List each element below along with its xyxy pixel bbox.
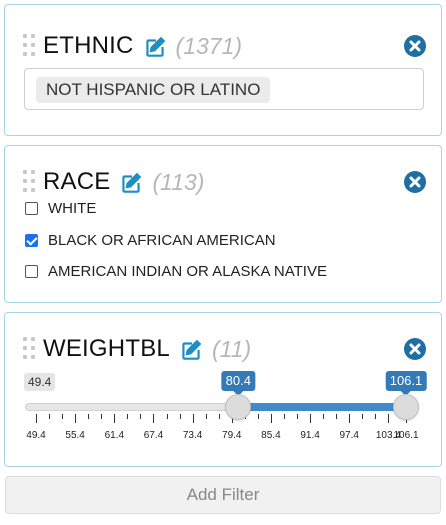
slider-minor-tick	[257, 414, 259, 419]
slider-handle-to[interactable]	[393, 394, 419, 420]
slider-minor-tick	[218, 414, 220, 419]
filter-header: ETHNIC (1371)	[23, 29, 242, 63]
slider-tick-label: 55.4	[65, 430, 85, 441]
ethnic-select-input[interactable]: NOT HISPANIC OR LATINO	[24, 68, 424, 110]
filter-header: RACE (113)	[23, 165, 204, 199]
slider-tick-label: 49.4	[26, 430, 46, 441]
filter-panel-ethnic: ETHNIC (1371) NOT HISPANIC OR LATINO	[4, 4, 442, 136]
slider-major-tick	[270, 414, 272, 423]
slider-minor-tick	[297, 414, 299, 419]
slider-minor-tick	[88, 414, 90, 419]
slider-minor-tick	[49, 414, 51, 419]
add-filter-button[interactable]: Add Filter	[5, 476, 441, 514]
checkbox-option[interactable]: AMERICAN INDIAN OR ALASKA NATIVE	[25, 261, 327, 281]
checkbox-label: BLACK OR AFRICAN AMERICAN	[48, 231, 276, 249]
slider-major-tick	[310, 414, 312, 423]
slider-tick-label: 67.4	[143, 430, 164, 441]
filter-title: RACE	[43, 168, 111, 195]
slider-handle-from[interactable]	[225, 394, 252, 420]
slider-from-label: 80.4	[221, 371, 255, 396]
filter-title: ETHNIC	[43, 32, 134, 59]
slider-tick-label: 91.4	[300, 430, 320, 441]
slider-minor-tick	[127, 414, 129, 419]
slider-minor-tick	[323, 414, 325, 419]
slider-to-label: 106.1	[385, 371, 427, 396]
slider-minor-tick	[283, 414, 285, 419]
checkbox-white[interactable]	[25, 201, 38, 215]
slider-major-tick	[192, 414, 194, 423]
filter-panel-weightbl: WEIGHTBL (11) 49.4 80.4 106.1 49.4 55.4 61…	[4, 312, 442, 467]
slider-tick-label: 106.1	[393, 430, 419, 441]
drag-handle-icon[interactable]	[23, 34, 35, 58]
edit-icon[interactable]	[118, 170, 144, 196]
filter-panel-race: RACE (113) WHITE BLACK OR AFRICAN AMERIC…	[4, 145, 442, 303]
checkbox-option[interactable]: BLACK OR AFRICAN AMERICAN	[25, 230, 276, 250]
selected-value-chip[interactable]: NOT HISPANIC OR LATINO	[36, 77, 271, 103]
checkbox-option[interactable]: WHITE	[25, 198, 96, 218]
slider-major-tick	[153, 414, 155, 423]
slider-minor-tick	[140, 414, 142, 419]
edit-icon[interactable]	[142, 34, 168, 60]
drag-handle-icon[interactable]	[23, 170, 35, 194]
slider-minor-tick	[62, 414, 64, 419]
checkbox-american-indian-or-alaska-native[interactable]	[25, 264, 38, 278]
slider-minor-tick	[375, 414, 377, 419]
slider-tick-label: 73.4	[182, 430, 203, 441]
filter-count: (1371)	[175, 32, 243, 59]
slider-major-tick	[114, 414, 116, 423]
checkbox-label: AMERICAN INDIAN OR ALASKA NATIVE	[48, 262, 327, 280]
slider-minor-tick	[101, 414, 103, 419]
slider-selected-range	[238, 403, 406, 411]
checkbox-black-or-african-american[interactable]	[25, 233, 38, 247]
slider-min-label: 49.4	[24, 373, 56, 391]
slider-tick-label: 79.4	[222, 430, 242, 441]
slider-major-tick	[36, 414, 37, 423]
slider-tick-label: 61.4	[104, 430, 125, 441]
filter-count: (113)	[152, 168, 205, 195]
slider-minor-tick	[336, 414, 338, 419]
slider-minor-tick	[179, 414, 181, 419]
slider-minor-tick	[362, 414, 364, 419]
slider-major-tick	[349, 414, 351, 423]
checkbox-label: WHITE	[48, 199, 97, 217]
slider-major-tick	[388, 414, 390, 423]
close-icon[interactable]	[403, 34, 427, 58]
slider-minor-tick	[166, 414, 168, 419]
range-slider[interactable]: 49.4 80.4 106.1 49.4 55.4 61.4 67.4 73.4 79.4…	[5, 313, 443, 468]
slider-major-tick	[75, 414, 77, 423]
slider-minor-tick	[205, 414, 207, 419]
close-icon[interactable]	[403, 170, 427, 194]
slider-tick-label: 97.4	[339, 430, 359, 441]
slider-tick-label: 85.4	[261, 430, 281, 441]
